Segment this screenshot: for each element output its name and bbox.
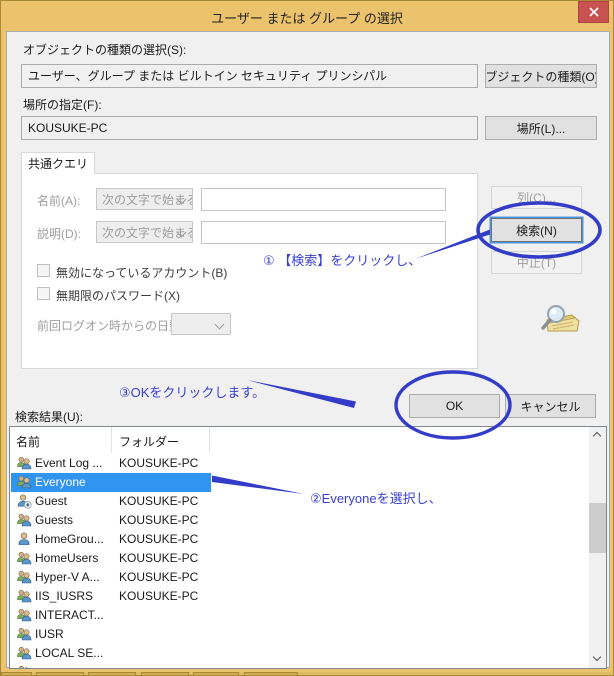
annotation-step3: ③OKをクリックします。	[119, 382, 265, 401]
group-icon	[16, 474, 32, 490]
group-icon	[16, 626, 32, 642]
result-name: Hyper-V A...	[35, 570, 100, 584]
column-separator[interactable]	[209, 427, 210, 453]
results-list: 名前 フォルダー Event Log ... KOUSUKE-PC Everyone…	[9, 426, 607, 669]
days-since-logon-select	[171, 313, 231, 335]
column-separator[interactable]	[111, 427, 112, 453]
group-icon	[16, 607, 32, 623]
list-item[interactable]: IIS_IUSRS KOUSUKE-PC	[10, 587, 589, 606]
dialog-window: ユーザー または グループ の選択 オブジェクトの種類の選択(S): ユーザー、…	[0, 0, 614, 676]
result-name: LOCAL SE...	[35, 646, 103, 660]
group-icon	[16, 569, 32, 585]
list-item[interactable]	[10, 663, 589, 668]
annotation-step2: ②Everyoneを選択し、	[310, 488, 442, 507]
result-name: INTERACT...	[35, 608, 104, 622]
title-bar: ユーザー または グループ の選択	[1, 1, 613, 31]
result-folder: KOUSUKE-PC	[119, 589, 198, 603]
result-folder: KOUSUKE-PC	[119, 494, 198, 508]
list-item[interactable]: HomeUsers KOUSUKE-PC	[10, 549, 589, 568]
list-item[interactable]: Everyone	[10, 473, 589, 492]
taskbar-strip	[1, 672, 614, 676]
scrollbar-thumb[interactable]	[589, 503, 606, 553]
result-folder: KOUSUKE-PC	[119, 456, 198, 470]
result-name: Guest	[35, 494, 67, 508]
close-button[interactable]	[578, 1, 609, 23]
taskbar-button[interactable]	[1, 672, 32, 676]
description-condition-select: 次の文字で始まる	[96, 221, 193, 243]
tab-common-queries[interactable]: 共通クエリ	[21, 152, 95, 174]
annotation-step1: ① 【検索】をクリックし、	[263, 250, 421, 269]
result-name: Everyone	[35, 475, 86, 489]
location-field: KOUSUKE-PC	[21, 116, 478, 140]
scroll-down-button[interactable]	[589, 651, 606, 668]
column-header-folder[interactable]: フォルダー	[119, 433, 179, 450]
guest-icon	[16, 493, 32, 509]
taskbar-button[interactable]	[36, 672, 84, 676]
non-expiring-password-checkbox	[37, 287, 50, 300]
stop-button: 中止(T)	[491, 251, 582, 274]
group-icon	[16, 512, 32, 528]
close-icon	[589, 7, 599, 17]
list-item[interactable]: Event Log ... KOUSUKE-PC	[10, 454, 589, 473]
group-icon	[16, 455, 32, 471]
group-icon	[16, 664, 32, 668]
result-folder: KOUSUKE-PC	[119, 513, 198, 527]
search-results-label: 検索結果(U):	[15, 408, 83, 425]
object-type-field: ユーザー、グループ または ビルトイン セキュリティ プリンシパル	[21, 64, 478, 88]
user-icon	[16, 531, 32, 547]
disabled-accounts-label: 無効になっているアカウント(B)	[56, 264, 227, 281]
list-item[interactable]: Hyper-V A... KOUSUKE-PC	[10, 568, 589, 587]
result-name: IUSR	[35, 627, 64, 641]
result-folder: KOUSUKE-PC	[119, 551, 198, 565]
location-label: 場所の指定(F):	[23, 96, 102, 113]
name-input[interactable]	[201, 188, 446, 211]
object-type-label: オブジェクトの種類の選択(S):	[23, 41, 186, 58]
group-icon	[16, 645, 32, 661]
name-condition-select: 次の文字で始まる	[96, 188, 193, 210]
taskbar-button[interactable]	[244, 672, 298, 676]
list-item[interactable]: Guests KOUSUKE-PC	[10, 511, 589, 530]
disabled-accounts-checkbox	[37, 264, 50, 277]
group-icon	[16, 588, 32, 604]
window-title: ユーザー または グループ の選択	[1, 8, 613, 27]
result-name: HomeGrou...	[35, 532, 104, 546]
vertical-scrollbar[interactable]	[589, 427, 606, 668]
search-folder-icon	[539, 303, 583, 337]
result-name: Event Log ...	[35, 456, 102, 470]
search-button[interactable]: 検索(N)	[491, 218, 582, 242]
result-folder: KOUSUKE-PC	[119, 532, 198, 546]
taskbar-button[interactable]	[193, 672, 239, 676]
result-name: HomeUsers	[35, 551, 98, 565]
list-item[interactable]: IUSR	[10, 625, 589, 644]
results-header: 名前 フォルダー	[10, 427, 606, 453]
list-item[interactable]: Guest KOUSUKE-PC	[10, 492, 589, 511]
name-label: 名前(A):	[37, 192, 80, 209]
column-header-name[interactable]: 名前	[16, 433, 40, 450]
list-item[interactable]: LOCAL SE...	[10, 644, 589, 663]
result-name: Guests	[35, 513, 73, 527]
locations-button[interactable]: 場所(L)...	[485, 116, 597, 140]
non-expiring-password-label: 無期限のパスワード(X)	[56, 287, 180, 304]
result-folder: KOUSUKE-PC	[119, 570, 198, 584]
list-item[interactable]: HomeGrou... KOUSUKE-PC	[10, 530, 589, 549]
result-name: IIS_IUSRS	[35, 589, 93, 603]
columns-button: 列(C)...	[491, 186, 582, 209]
results-rows: Event Log ... KOUSUKE-PC Everyone Guest KOUS…	[10, 454, 589, 668]
scroll-up-button[interactable]	[589, 427, 606, 444]
description-label: 説明(D):	[37, 225, 81, 242]
chevron-up-icon	[593, 432, 601, 440]
list-item[interactable]: INTERACT...	[10, 606, 589, 625]
description-input[interactable]	[201, 221, 446, 244]
cancel-button[interactable]: キャンセル	[505, 394, 596, 418]
group-icon	[16, 550, 32, 566]
chevron-down-icon	[593, 653, 601, 661]
chevron-down-icon	[215, 320, 225, 330]
ok-button[interactable]: OK	[409, 394, 500, 418]
object-types-button[interactable]: オブジェクトの種類(O)...	[485, 64, 597, 88]
taskbar-button[interactable]	[88, 672, 136, 676]
taskbar-button[interactable]	[141, 672, 189, 676]
